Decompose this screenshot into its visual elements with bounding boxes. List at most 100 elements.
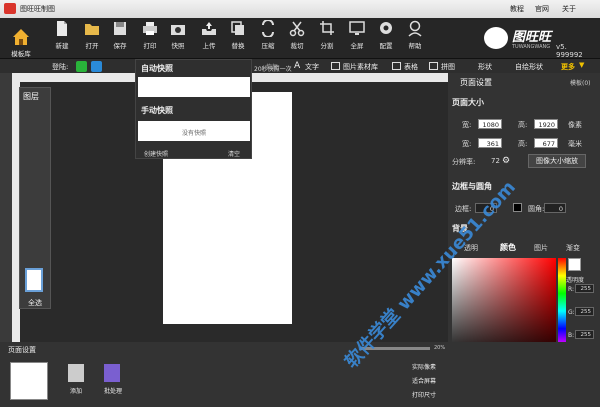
toolbar-replace[interactable]: 替换 bbox=[226, 20, 250, 50]
toolbar-label: 新建 bbox=[55, 42, 69, 50]
width-mm-label: 宽: bbox=[462, 140, 472, 148]
text-tool-icon[interactable]: A bbox=[294, 61, 300, 71]
folder-icon bbox=[85, 24, 99, 35]
toolbar-label: 压缩 bbox=[261, 42, 275, 50]
logo-mark-icon bbox=[484, 27, 508, 49]
create-snapshot-button[interactable]: 创建快照 bbox=[144, 149, 168, 158]
compress-icon bbox=[262, 20, 274, 37]
snapshot-popup: 自动快照 20秒快照一次 手动快照 没有快照 创建快照 清空 bbox=[135, 59, 292, 159]
link-site[interactable]: 官网 bbox=[535, 4, 549, 14]
height-px-input[interactable]: 1920 bbox=[534, 119, 558, 129]
split-icon bbox=[320, 21, 334, 35]
toolbar-fullscreen[interactable]: 全屏 bbox=[345, 20, 369, 50]
border-color-swatch[interactable] bbox=[513, 203, 522, 212]
auto-shape-tool[interactable]: 自绘形状 bbox=[515, 62, 543, 72]
opacity-label: 透明度 bbox=[566, 277, 585, 284]
floppy-icon bbox=[114, 22, 126, 35]
toolbar-label: 打开 bbox=[85, 42, 99, 50]
add-page-button[interactable]: 添加 bbox=[70, 386, 82, 395]
more-arrow-icon: ▼ bbox=[579, 61, 585, 69]
r-input[interactable]: 255 bbox=[575, 284, 594, 293]
toolbar-label: 配置 bbox=[379, 42, 393, 50]
no-snapshot-text: 没有快照 bbox=[182, 130, 207, 137]
auto-snapshot-title: 自动快照 bbox=[141, 64, 173, 73]
house-icon bbox=[13, 29, 29, 45]
bg-tab-color[interactable]: 颜色 bbox=[500, 242, 516, 253]
tool-row: 登陆: A 文字 图片素材库 表格 拼图 形状 自绘形状 更多 ▼ bbox=[0, 59, 600, 73]
toolbar-print[interactable]: 打印 bbox=[138, 20, 162, 50]
toolbar-label: 上传 bbox=[202, 42, 216, 50]
bg-tab-gradient[interactable]: 渐变 bbox=[566, 243, 580, 253]
page-settings-tab[interactable]: 页面设置 bbox=[460, 77, 492, 88]
b-label: B: bbox=[568, 332, 575, 339]
material-tool[interactable]: 图片素材库 bbox=[343, 62, 378, 72]
link-about[interactable]: 关于 bbox=[562, 4, 576, 14]
toolbar-label: 保存 bbox=[113, 42, 127, 50]
toolbar-help[interactable]: 帮助 bbox=[403, 20, 427, 50]
toolbar-label: 模板库 bbox=[11, 50, 31, 58]
toolbar-split[interactable]: 分割 bbox=[315, 20, 339, 50]
width-px-input[interactable]: 1080 bbox=[478, 119, 502, 129]
brand-logo: 图旺旺 TUWANGWANG v5. 999992 bbox=[484, 25, 594, 59]
text-tool[interactable]: 文字 bbox=[305, 62, 319, 72]
select-all-button[interactable]: 全选 bbox=[28, 298, 42, 308]
unit-px-label: 像素 bbox=[568, 121, 582, 129]
puzzle-tool-icon[interactable] bbox=[429, 62, 438, 70]
toolbar-upload[interactable]: 上传 bbox=[197, 20, 221, 50]
table-tool[interactable]: 表格 bbox=[404, 62, 418, 72]
upload-tray-icon bbox=[202, 22, 216, 35]
toolbar-label: 帮助 bbox=[408, 42, 422, 50]
auto-snapshot-box bbox=[138, 77, 250, 97]
layer-thumbnail[interactable] bbox=[25, 268, 43, 292]
g-input[interactable]: 255 bbox=[575, 307, 594, 316]
add-page-icon[interactable] bbox=[68, 364, 84, 382]
dpi-label: 分辨率: bbox=[452, 158, 476, 166]
toolbar-crop[interactable]: 裁切 bbox=[285, 20, 309, 50]
table-tool-icon[interactable] bbox=[392, 62, 401, 70]
toolbar-compress[interactable]: 压缩 bbox=[256, 20, 280, 50]
eyedropper-icon[interactable] bbox=[568, 258, 581, 271]
app-icon bbox=[4, 3, 16, 14]
fit-actual-button[interactable]: 实际像素 bbox=[412, 362, 436, 371]
b-input[interactable]: 255 bbox=[575, 330, 594, 339]
page-thumbnail[interactable] bbox=[10, 362, 48, 400]
batch-button[interactable]: 批处理 bbox=[104, 386, 122, 395]
wechat-login-icon[interactable] bbox=[76, 61, 87, 72]
dpi-value[interactable]: 72 bbox=[491, 157, 500, 165]
corner-label: 圆角: bbox=[528, 205, 545, 213]
toolbar-save[interactable]: 保存 bbox=[108, 20, 132, 50]
toolbar-template-lib[interactable]: 模板库 bbox=[6, 27, 36, 58]
restore-button[interactable]: 恢复 bbox=[266, 62, 278, 71]
camera-icon bbox=[171, 25, 185, 35]
width-mm-input[interactable]: 361 bbox=[478, 138, 502, 148]
shape-tool[interactable]: 形状 bbox=[478, 62, 492, 72]
zoom-value: 20% bbox=[434, 345, 446, 351]
title-bar: 图旺旺制图 教程 官网 关于 bbox=[0, 0, 600, 18]
toolbar-new[interactable]: 新建 bbox=[50, 20, 74, 50]
toolbar-label: 分割 bbox=[320, 42, 334, 50]
r-label: R: bbox=[568, 286, 575, 293]
fit-screen-button[interactable]: 适合屏幕 bbox=[412, 376, 436, 385]
toolbar-open[interactable]: 打开 bbox=[80, 20, 104, 50]
more-tools[interactable]: 更多 bbox=[561, 62, 575, 72]
qq-login-icon[interactable] bbox=[91, 61, 102, 72]
toolbar-snapshot[interactable]: 快照 bbox=[166, 20, 190, 50]
print-size-button[interactable]: 打印尺寸 bbox=[412, 390, 436, 399]
logo-text: 图旺旺 bbox=[512, 30, 552, 45]
toolbar-buttons: 模板库 新建 打开 保存 打印 快照 上传 替换 压缩 裁切 分割 全屏 配置 … bbox=[0, 18, 480, 59]
toolbar-label: 打印 bbox=[143, 42, 157, 50]
g-label: G: bbox=[568, 309, 575, 316]
link-tutorial[interactable]: 教程 bbox=[510, 4, 524, 14]
clear-snapshot-button[interactable]: 清空 bbox=[228, 149, 240, 158]
corner-input[interactable]: 0 bbox=[544, 203, 566, 213]
image-tool-icon[interactable] bbox=[331, 62, 340, 70]
left-strip bbox=[0, 73, 12, 343]
manual-snapshot-title: 手动快照 bbox=[141, 106, 173, 115]
monitor-icon bbox=[349, 21, 365, 35]
bg-tab-image[interactable]: 图片 bbox=[534, 243, 548, 253]
layers-title: 图层 bbox=[23, 92, 39, 101]
puzzle-tool[interactable]: 拼图 bbox=[441, 62, 455, 72]
toolbar-config[interactable]: 配置 bbox=[374, 20, 398, 50]
template-link[interactable]: 模板(0) bbox=[570, 78, 591, 87]
batch-icon[interactable] bbox=[104, 364, 120, 382]
